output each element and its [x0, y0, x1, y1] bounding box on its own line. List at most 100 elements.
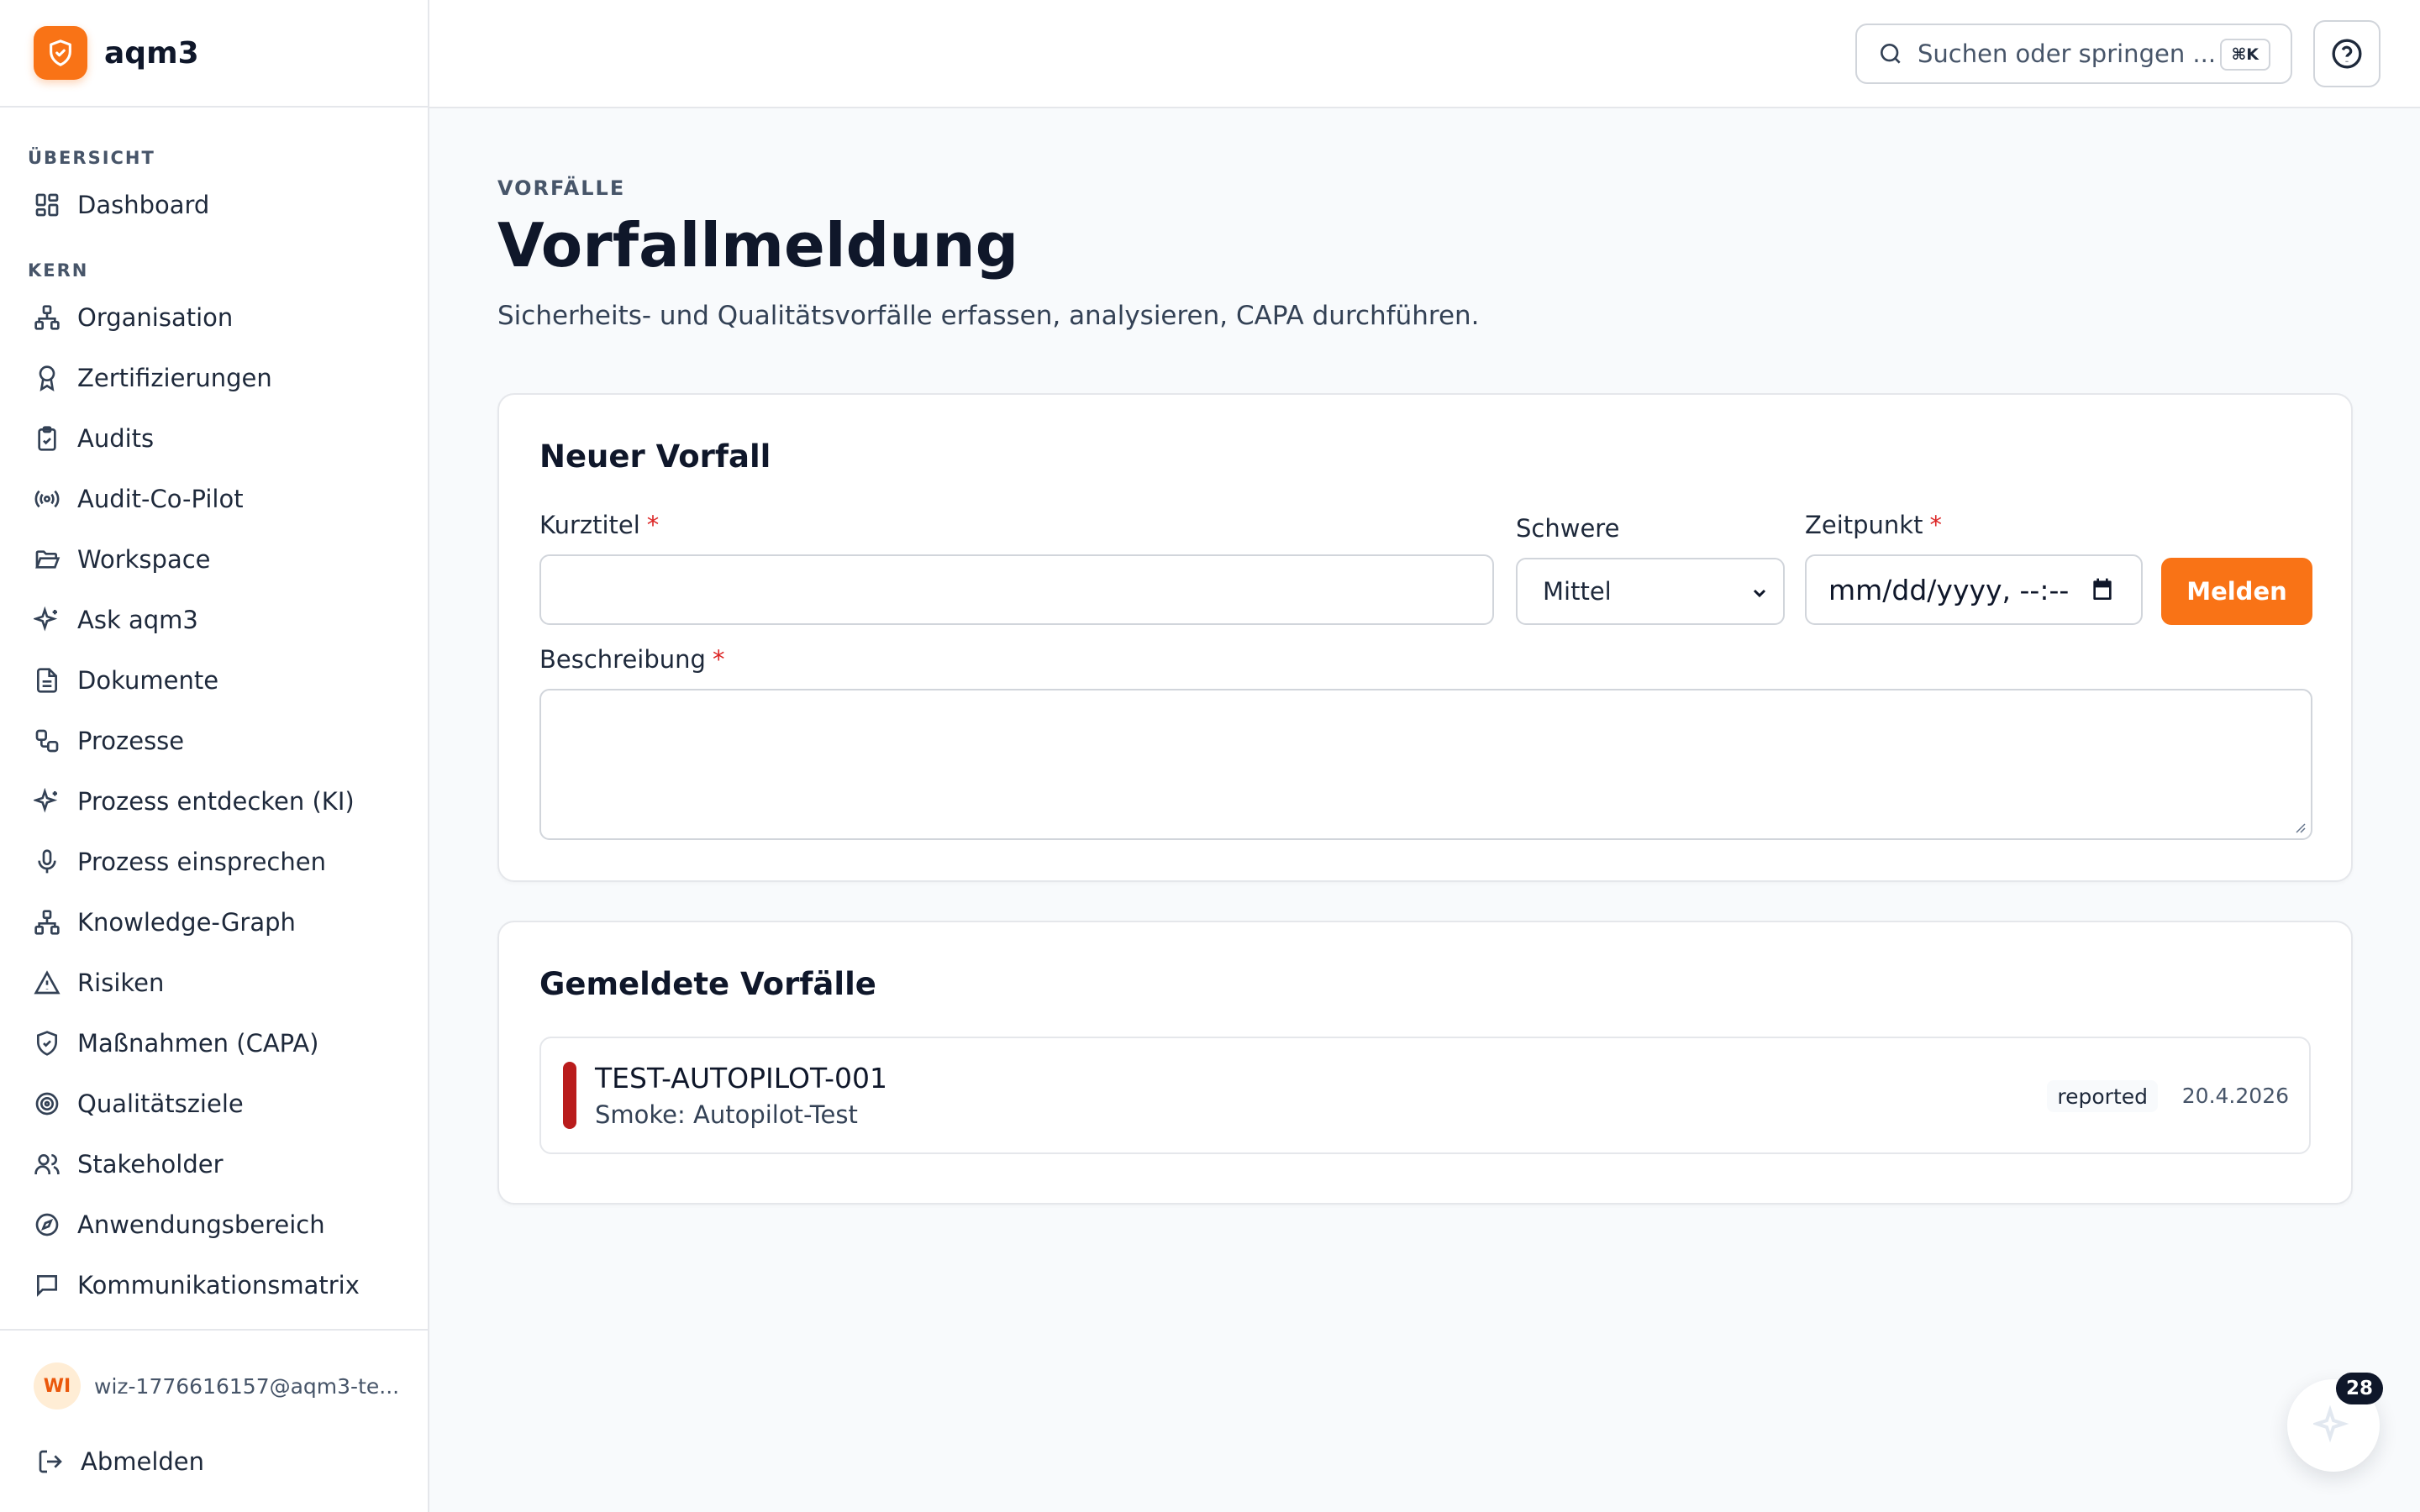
page-eyebrow: VORFÄLLE: [497, 176, 626, 200]
compass-icon: [35, 1213, 59, 1236]
folder-open-icon: [35, 550, 60, 569]
status-badge: reported: [2047, 1080, 2158, 1112]
help-icon: [2332, 39, 2362, 69]
sidebar-item-label: Organisation: [77, 303, 234, 332]
sparkles-icon: [34, 606, 58, 632]
sidebar-item-dokumente[interactable]: Dokumente: [0, 650, 428, 711]
radio-icon: [34, 490, 60, 508]
sidebar-item-label: Dokumente: [77, 666, 219, 695]
user-email: wiz-1776616157@aqm3-te...: [94, 1373, 400, 1399]
sidebar-item-label: Audits: [77, 424, 155, 453]
severity-field-label: Schwere: [1516, 514, 1620, 543]
description-textarea[interactable]: [539, 689, 2312, 840]
title-input[interactable]: [539, 554, 1494, 625]
user-menu[interactable]: WI wiz-1776616157@aqm3-te...: [0, 1356, 428, 1416]
sidebar-item-qualitaetsziele[interactable]: Qualitätsziele: [0, 1074, 428, 1134]
new-incident-title: Neuer Vorfall: [539, 438, 771, 475]
logout-button[interactable]: Abmelden: [0, 1431, 428, 1492]
submit-incident-button[interactable]: Melden: [2161, 558, 2312, 625]
incident-date: 20.4.2026: [2181, 1084, 2289, 1108]
section-label-kern: KERN: [28, 260, 89, 281]
incident-code: TEST-AUTOPILOT-001: [595, 1062, 887, 1095]
sidebar-item-organisation[interactable]: Organisation: [0, 287, 428, 348]
sidebar-item-workspace[interactable]: Workspace: [0, 529, 428, 590]
main-content: VORFÄLLE Vorfallmeldung Sicherheits- und…: [497, 176, 2353, 1205]
sidebar-item-label: Anwendungsbereich: [77, 1210, 325, 1239]
target-icon: [35, 1092, 59, 1116]
logout-label: Abmelden: [81, 1447, 205, 1476]
datetime-input[interactable]: mm/dd/yyyy, --:--: [1805, 554, 2143, 625]
title-field-label-text: Kurztitel: [539, 511, 640, 539]
dashboard-icon: [35, 193, 59, 217]
sidebar-item-risiken[interactable]: Risiken: [0, 953, 428, 1013]
clipboard-check-icon: [38, 426, 56, 451]
incident-list-title: Gemeldete Vorfälle: [539, 966, 876, 1002]
required-marker: *: [712, 645, 725, 674]
sidebar-item-anwendungsbereich[interactable]: Anwendungsbereich: [0, 1194, 428, 1255]
logout-icon: [39, 1450, 62, 1473]
sidebar: aqm3 ÜBERSICHT Dashboard KERN Organisati…: [0, 0, 429, 1512]
description-field-label: Beschreibung *: [539, 645, 724, 674]
sidebar-item-prozess-entdecken[interactable]: Prozess entdecken (KI): [0, 771, 428, 832]
search-icon: [1881, 44, 1901, 64]
file-text-icon: [37, 668, 57, 693]
sidebar-item-dashboard[interactable]: Dashboard: [0, 175, 428, 235]
sidebar-item-zertifizierungen[interactable]: Zertifizierungen: [0, 348, 428, 408]
warning-icon: [34, 970, 60, 995]
calendar-icon: [2093, 578, 2112, 600]
required-marker: *: [646, 511, 660, 539]
page-title: Vorfallmeldung: [497, 210, 1019, 281]
sidebar-item-label: Stakeholder: [77, 1150, 224, 1179]
sidebar-item-label: Qualitätsziele: [77, 1089, 244, 1118]
help-button[interactable]: [2313, 20, 2381, 87]
sidebar-item-prozess-einsprechen[interactable]: Prozess einsprechen: [0, 832, 428, 892]
section-label-uebersicht: ÜBERSICHT: [28, 148, 155, 168]
sidebar-item-label: Maßnahmen (CAPA): [77, 1029, 319, 1058]
incident-list-card: Gemeldete Vorfälle TEST-AUTOPILOT-001 Sm…: [497, 921, 2353, 1205]
workflow-icon: [35, 729, 59, 753]
severity-select[interactable]: Mittel: [1516, 558, 1785, 625]
sidebar-item-label: Risiken: [77, 969, 165, 997]
sparkles-icon: [2313, 1405, 2349, 1443]
severity-selected-value: Mittel: [1543, 577, 1612, 606]
sidebar-footer: WI wiz-1776616157@aqm3-te... Abmelden: [0, 1329, 428, 1512]
resize-handle-icon[interactable]: [2292, 820, 2306, 833]
sidebar-item-knowledge-graph[interactable]: Knowledge-Graph: [0, 892, 428, 953]
sidebar-item-label: Prozesse: [77, 727, 185, 755]
severity-indicator: [563, 1062, 576, 1129]
datetime-field-label: Zeitpunkt *: [1805, 511, 1942, 539]
mic-icon: [38, 849, 56, 874]
sidebar-item-ask-aqm3[interactable]: Ask aqm3: [0, 590, 428, 650]
search-shortcut-badge: ⌘K: [2219, 39, 2270, 71]
sidebar-item-audits[interactable]: Audits: [0, 408, 428, 469]
sidebar-item-label: Kommunikationsmatrix: [77, 1271, 360, 1299]
incident-row[interactable]: TEST-AUTOPILOT-001 Smoke: Autopilot-Test…: [539, 1037, 2311, 1154]
assistant-count-badge: 28: [2336, 1373, 2383, 1404]
description-field-label-text: Beschreibung: [539, 645, 706, 674]
sidebar-item-massnahmen[interactable]: Maßnahmen (CAPA): [0, 1013, 428, 1074]
sidebar-nav: ÜBERSICHT Dashboard KERN Organisation Ze…: [0, 108, 428, 1315]
sidebar-item-label: Dashboard: [77, 191, 210, 219]
sidebar-item-label: Prozess entdecken (KI): [77, 787, 355, 816]
sidebar-item-label: Ask aqm3: [77, 606, 198, 634]
sidebar-item-audit-co-pilot[interactable]: Audit-Co-Pilot: [0, 469, 428, 529]
brand[interactable]: aqm3: [0, 0, 428, 108]
incident-title: Smoke: Autopilot-Test: [595, 1100, 858, 1129]
sidebar-item-label: Knowledge-Graph: [77, 908, 296, 937]
search-placeholder: Suchen oder springen ...: [1918, 39, 2217, 68]
sidebar-item-stakeholder[interactable]: Stakeholder: [0, 1134, 428, 1194]
datetime-value: mm/dd/yyyy, --:--: [1828, 573, 2070, 606]
sidebar-item-prozesse[interactable]: Prozesse: [0, 711, 428, 771]
topbar: Suchen oder springen ... ⌘K: [429, 0, 2420, 108]
new-incident-card: Neuer Vorfall Kurztitel * Schwere Mittel …: [497, 393, 2353, 882]
sidebar-item-label: Audit-Co-Pilot: [77, 485, 244, 513]
sidebar-item-kommunikationsmatrix[interactable]: Kommunikationsmatrix: [0, 1255, 428, 1315]
users-icon: [34, 1154, 60, 1174]
search-input[interactable]: Suchen oder springen ... ⌘K: [1855, 24, 2292, 84]
app-name: aqm3: [104, 35, 199, 71]
datetime-field-label-text: Zeitpunkt: [1805, 511, 1923, 539]
avatar: WI: [34, 1362, 81, 1410]
sparkles-icon: [34, 788, 58, 813]
sidebar-item-label: Workspace: [77, 545, 211, 574]
page-subtitle: Sicherheits- und Qualitätsvorfälle erfas…: [497, 301, 1480, 331]
